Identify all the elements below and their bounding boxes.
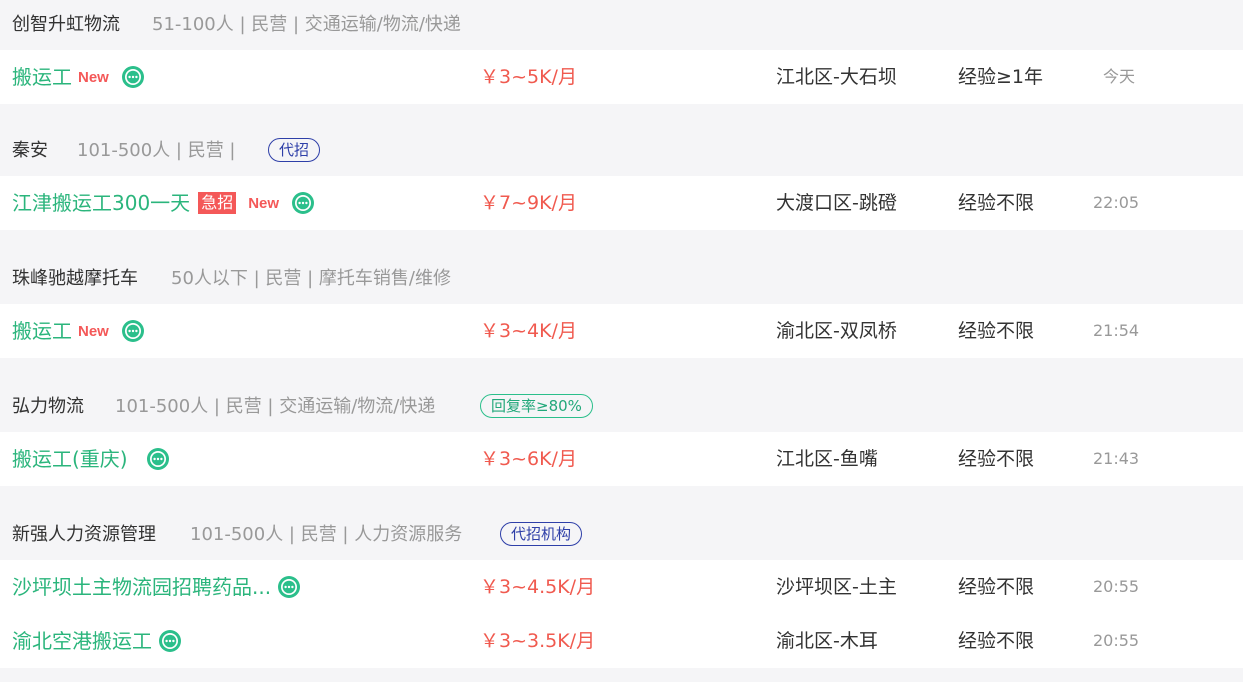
job-row[interactable]: 搬运工(重庆) ￥3~6K/月 江北区-鱼嘴 经验不限 21:43 <box>0 432 1243 486</box>
salary: ￥3~6K/月 <box>480 448 577 470</box>
job-row[interactable]: 沙坪坝土主物流园招聘药品... ￥3~4.5K/月 沙坪坝区-土主 经验不限 2… <box>0 560 1243 614</box>
company-group: 弘力物流 101-500人 | 民营 | 交通运输/物流/快递 回复率≥80% … <box>0 382 1243 486</box>
company-name[interactable]: 创智升虹物流 <box>12 13 120 37</box>
job-row[interactable]: 搬运工 New ￥3~5K/月 江北区-大石坝 经验≥1年 今天 <box>0 50 1243 104</box>
company-meta: 101-500人 | 民营 | 人力资源服务 <box>190 524 463 545</box>
experience-requirement: 经验不限 <box>958 448 1035 470</box>
agency-tag: 代招 <box>268 138 321 162</box>
job-title-group: 渝北空港搬运工 <box>12 626 182 656</box>
job-title-link[interactable]: 沙坪坝土主物流园招聘药品... <box>12 572 271 602</box>
location: 大渡口区-跳磴 <box>776 192 897 214</box>
post-time: 今天 <box>1103 67 1136 86</box>
company-header[interactable]: 创智升虹物流 51-100人 | 民营 | 交通运输/物流/快递 <box>0 0 1243 50</box>
new-badge: New <box>248 194 280 212</box>
chat-bubble-icon[interactable] <box>121 319 145 343</box>
salary: ￥7~9K/月 <box>480 192 577 214</box>
reply-rate-tag: 回复率≥80% <box>480 394 593 418</box>
chat-bubble-icon[interactable] <box>121 65 145 89</box>
job-title-group: 搬运工 New <box>12 316 145 346</box>
company-header[interactable]: 弘力物流 101-500人 | 民营 | 交通运输/物流/快递 回复率≥80% <box>0 382 1243 432</box>
company-header[interactable]: 珠峰驰越摩托车 50人以下 | 民营 | 摩托车销售/维修 <box>0 254 1243 304</box>
company-group: 新强人力资源管理 101-500人 | 民营 | 人力资源服务 代招机构 沙坪坝… <box>0 510 1243 668</box>
company-name[interactable]: 新强人力资源管理 <box>12 523 156 547</box>
post-time: 20:55 <box>1093 577 1140 596</box>
urgent-badge: 急招 <box>198 192 237 214</box>
salary: ￥3~4.5K/月 <box>480 576 596 598</box>
experience-requirement: 经验不限 <box>958 630 1035 652</box>
chat-bubble-icon[interactable] <box>158 629 182 653</box>
experience-requirement: 经验不限 <box>958 576 1035 598</box>
company-meta: 51-100人 | 民营 | 交通运输/物流/快递 <box>152 14 461 35</box>
location: 渝北区-木耳 <box>776 630 878 652</box>
job-title-group: 江津搬运工300一天 急招 New <box>12 188 315 218</box>
company-meta: 50人以下 | 民营 | 摩托车销售/维修 <box>171 268 451 289</box>
salary: ￥3~4K/月 <box>480 320 577 342</box>
job-title-link[interactable]: 江津搬运工300一天 <box>12 188 190 218</box>
experience-requirement: 经验不限 <box>958 320 1035 342</box>
job-title-link[interactable]: 渝北空港搬运工 <box>12 626 152 656</box>
new-badge: New <box>78 68 109 86</box>
job-row[interactable]: 江津搬运工300一天 急招 New ￥7~9K/月 大渡口区-跳磴 经验不限 2… <box>0 176 1243 230</box>
chat-bubble-icon[interactable] <box>291 191 315 215</box>
company-name[interactable]: 珠峰驰越摩托车 <box>12 267 138 291</box>
location: 沙坪坝区-土主 <box>776 576 897 598</box>
company-name[interactable]: 弘力物流 <box>12 395 84 419</box>
post-time: 21:54 <box>1093 321 1140 340</box>
location: 渝北区-双凤桥 <box>776 320 897 342</box>
company-header[interactable]: 新强人力资源管理 101-500人 | 民营 | 人力资源服务 代招机构 <box>0 510 1243 560</box>
company-group: 创智升虹物流 51-100人 | 民营 | 交通运输/物流/快递 搬运工 New… <box>0 0 1243 104</box>
chat-bubble-icon[interactable] <box>146 447 170 471</box>
new-badge: New <box>78 322 109 340</box>
company-meta: 101-500人 | 民营 | 交通运输/物流/快递 <box>115 396 436 417</box>
job-title-group: 搬运工(重庆) <box>12 444 170 474</box>
company-meta: 101-500人 | 民营 | <box>77 140 236 161</box>
company-group: 珠峰驰越摩托车 50人以下 | 民营 | 摩托车销售/维修 搬运工 New ￥3… <box>0 254 1243 358</box>
job-row[interactable]: 渝北空港搬运工 ￥3~3.5K/月 渝北区-木耳 经验不限 20:55 <box>0 614 1243 668</box>
company-group: 秦安 101-500人 | 民营 | 代招 江津搬运工300一天 急招 New … <box>0 126 1243 230</box>
post-time: 21:43 <box>1093 449 1140 468</box>
post-time: 22:05 <box>1093 193 1140 212</box>
job-title-group: 沙坪坝土主物流园招聘药品... <box>12 572 301 602</box>
location: 江北区-鱼嘴 <box>776 448 878 470</box>
job-title-link[interactable]: 搬运工 <box>12 316 72 346</box>
company-name[interactable]: 秦安 <box>12 139 48 163</box>
post-time: 20:55 <box>1093 631 1140 650</box>
agency-tag: 代招机构 <box>500 522 583 546</box>
salary: ￥3~5K/月 <box>480 66 577 88</box>
company-header[interactable]: 秦安 101-500人 | 民营 | 代招 <box>0 126 1243 176</box>
job-title-link[interactable]: 搬运工(重庆) <box>12 444 128 474</box>
job-row[interactable]: 搬运工 New ￥3~4K/月 渝北区-双凤桥 经验不限 21:54 <box>0 304 1243 358</box>
job-title-link[interactable]: 搬运工 <box>12 62 72 92</box>
chat-bubble-icon[interactable] <box>277 575 301 599</box>
location: 江北区-大石坝 <box>776 66 897 88</box>
salary: ￥3~3.5K/月 <box>480 630 596 652</box>
experience-requirement: 经验≥1年 <box>958 66 1044 88</box>
job-title-group: 搬运工 New <box>12 62 145 92</box>
experience-requirement: 经验不限 <box>958 192 1035 214</box>
